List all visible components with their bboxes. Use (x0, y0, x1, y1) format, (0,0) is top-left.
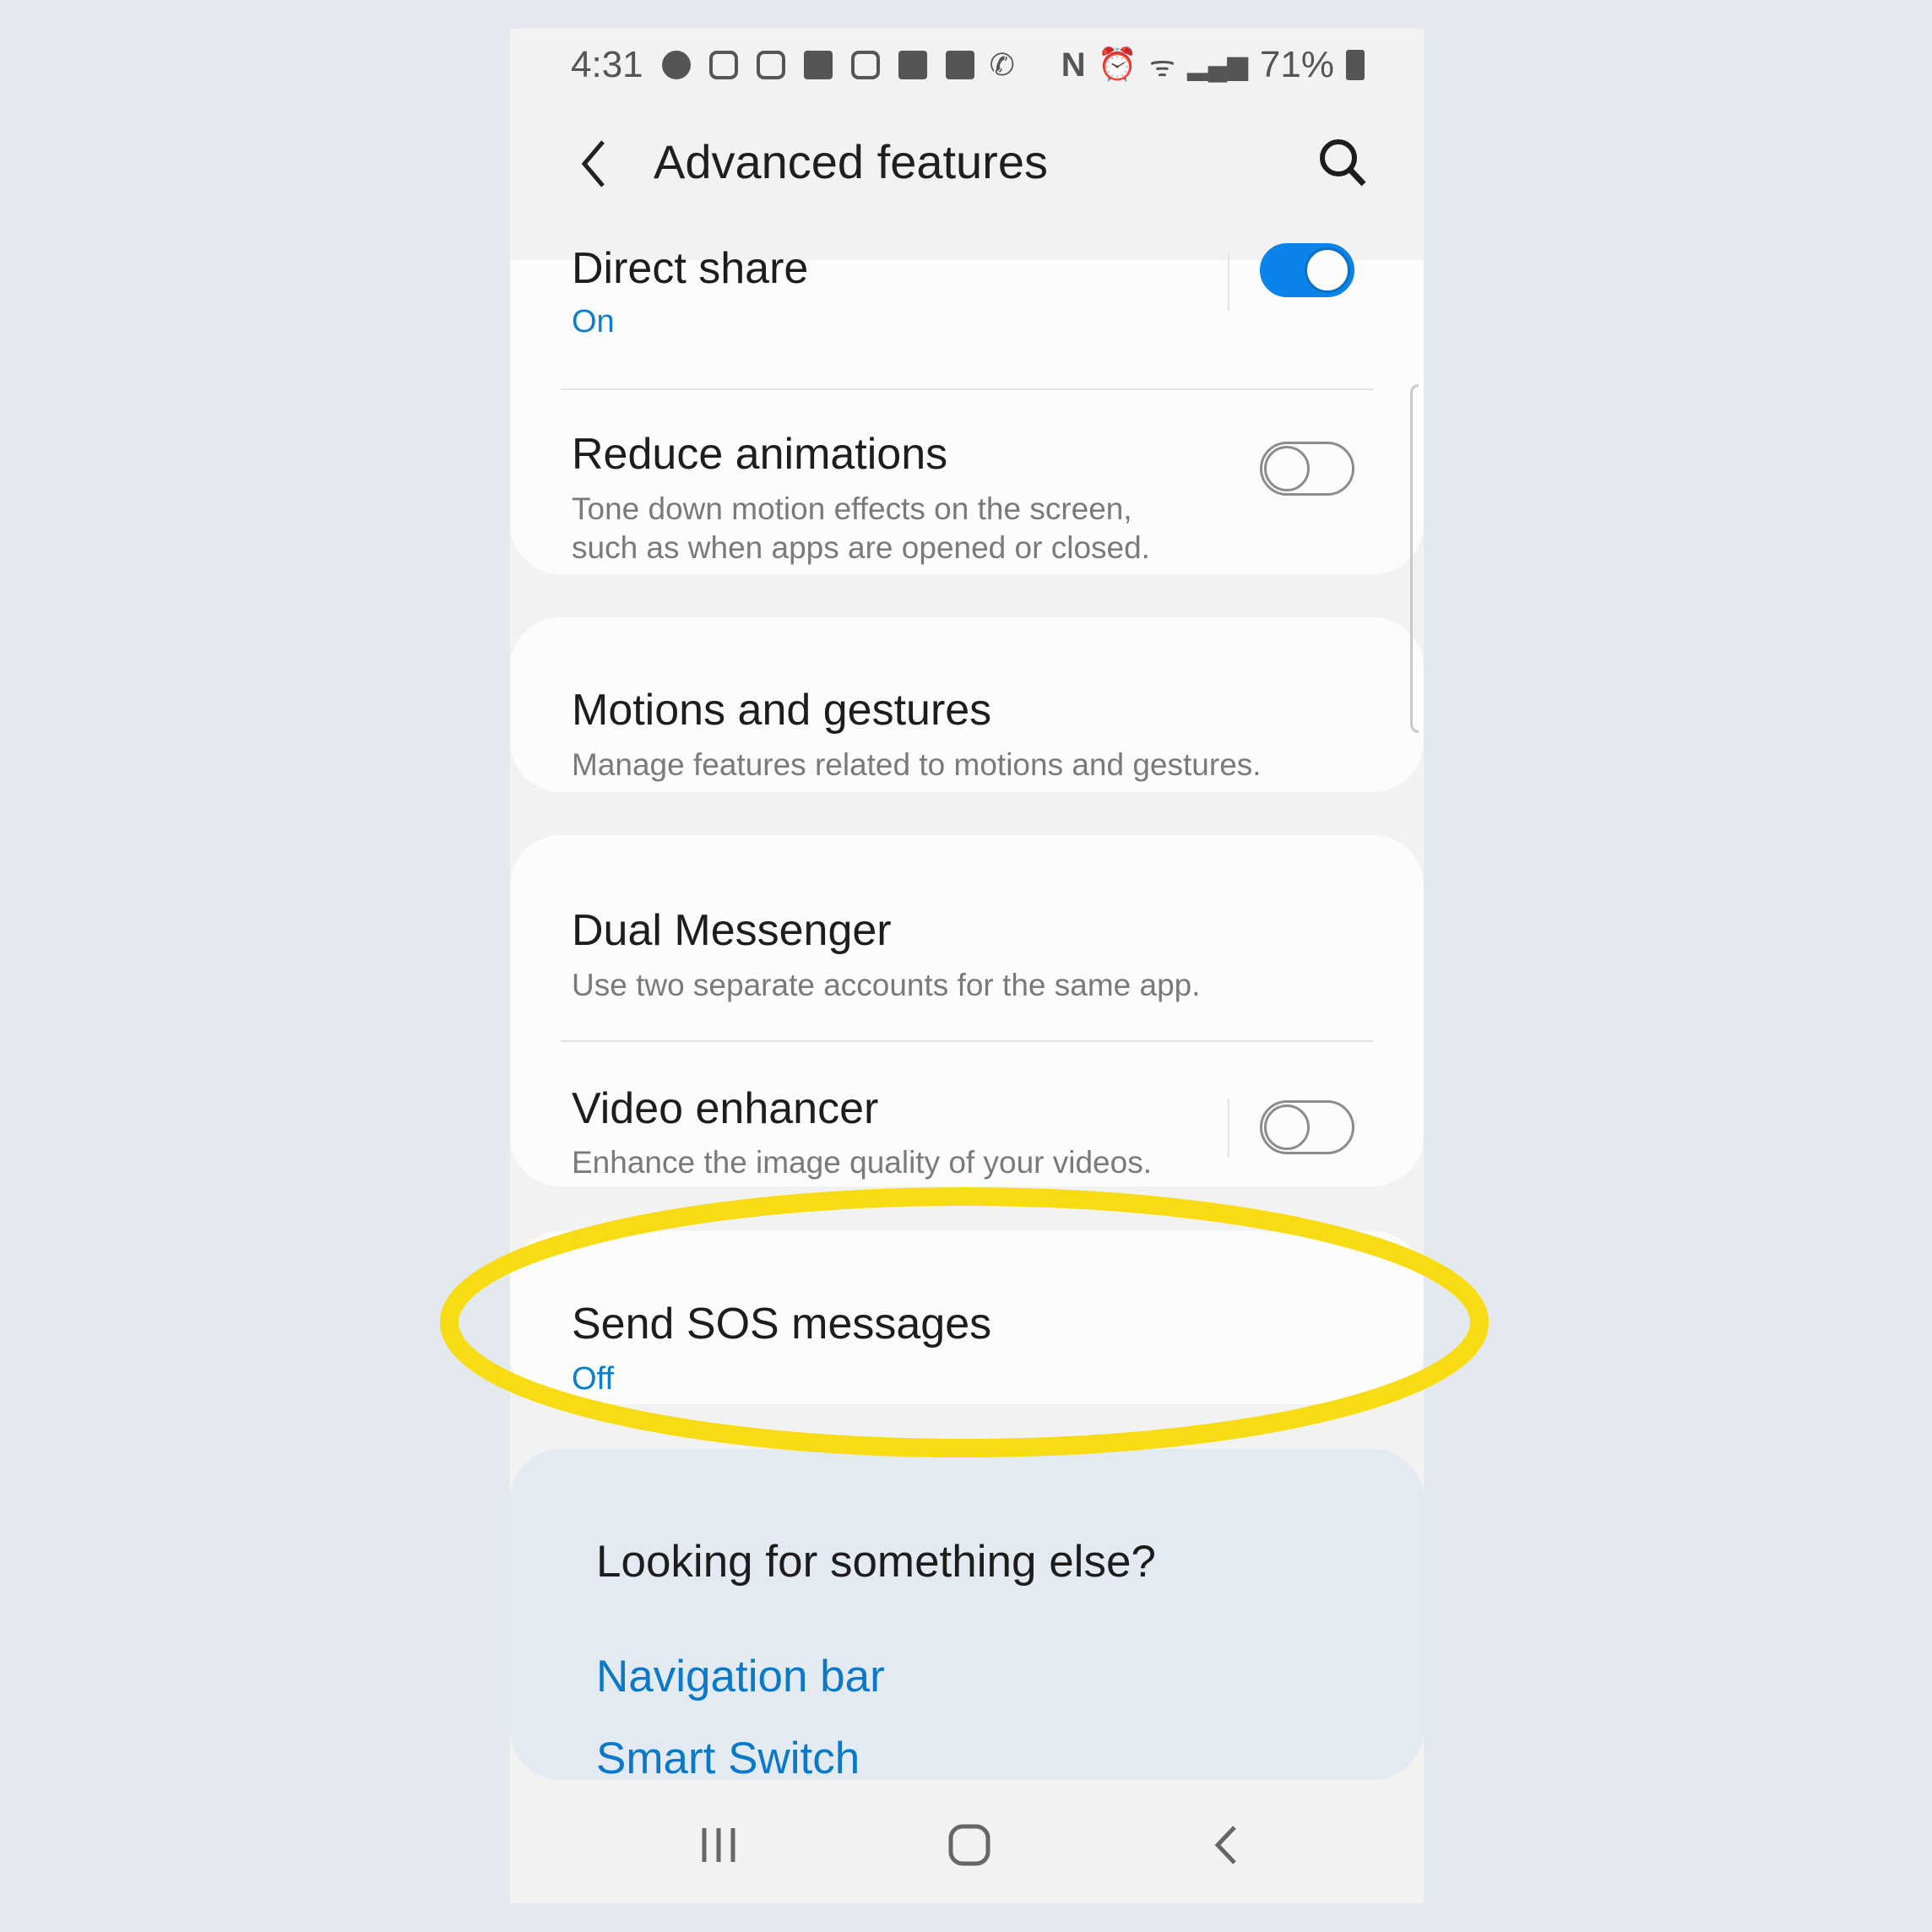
back-icon (1214, 1826, 1236, 1864)
search-button[interactable] (1317, 137, 1368, 193)
alarm-icon: ⏰ (1097, 47, 1137, 83)
suggestions-heading: Looking for something else? (596, 1537, 1156, 1587)
recents-button[interactable] (697, 1824, 740, 1870)
item-subtitle: Manage features related to motions and g… (572, 747, 1262, 782)
nav-back-button[interactable] (1211, 1824, 1245, 1870)
battery-level: 71% (1259, 44, 1334, 85)
instagram-icon (850, 51, 880, 79)
search-icon (1320, 139, 1366, 187)
item-title: Reduce animations (572, 430, 948, 479)
music-icon (661, 51, 691, 79)
instagram-icon (756, 51, 785, 79)
recents-icon (702, 1828, 735, 1862)
reduce-animations-toggle[interactable] (1260, 442, 1354, 496)
item-status: Off (572, 1361, 614, 1397)
clock: 4:31 (571, 44, 643, 85)
chevron-left-icon (581, 140, 605, 187)
smart-switch-link[interactable]: Smart Switch (596, 1733, 860, 1784)
motions-and-gestures-item[interactable]: Motions and gestures Manage features rel… (510, 617, 1424, 792)
status-bar: 4:31 ✆ N ⏰ ᯤ ▂▄▆ 71% (571, 44, 1365, 86)
scrollbar[interactable] (1410, 384, 1419, 733)
call-icon: ✆ (989, 47, 1015, 82)
battery-icon (1346, 50, 1365, 80)
gallery-icon (945, 51, 974, 79)
item-subtitle-line: such as when apps are opened or closed. (572, 530, 1150, 565)
video-enhancer-toggle[interactable] (1260, 1100, 1354, 1154)
direct-share-toggle[interactable] (1260, 243, 1354, 297)
suggestions-card: Looking for something else? Navigation b… (510, 1449, 1424, 1783)
settings-group-1: Direct share On Reduce animations Tone d… (510, 243, 1424, 574)
item-title: Video enhancer (572, 1084, 879, 1133)
item-subtitle-line: Tone down motion effects on the screen, (572, 491, 1132, 526)
wifi-icon: ᯤ (1148, 51, 1176, 83)
signal-icon: ▂▄▆ (1187, 50, 1248, 80)
navigation-bar-link[interactable]: Navigation bar (596, 1651, 885, 1702)
item-title: Motions and gestures (572, 686, 992, 735)
item-title: Dual Messenger (572, 906, 892, 955)
home-icon (948, 1824, 990, 1866)
item-title: Direct share (572, 244, 809, 293)
send-sos-messages-item[interactable]: Send SOS messages Off (510, 1231, 1424, 1404)
home-button[interactable] (948, 1824, 990, 1870)
email-icon (898, 51, 927, 79)
item-subtitle: Use two separate accounts for the same a… (572, 968, 1201, 1002)
instagram-icon (708, 51, 738, 79)
item-subtitle: Enhance the image quality of your videos… (572, 1145, 1152, 1180)
page-title: Advanced features (654, 135, 1048, 188)
nfc-icon: N (1061, 46, 1086, 84)
item-status: On (572, 304, 615, 339)
phone-screen: 4:31 ✆ N ⏰ ᯤ ▂▄▆ 71% Advanced features D… (510, 29, 1424, 1903)
item-title: Send SOS messages (572, 1300, 992, 1349)
back-button[interactable] (578, 138, 611, 189)
message-icon (803, 51, 833, 79)
settings-group-3: Dual Messenger Use two separate accounts… (510, 835, 1424, 1186)
